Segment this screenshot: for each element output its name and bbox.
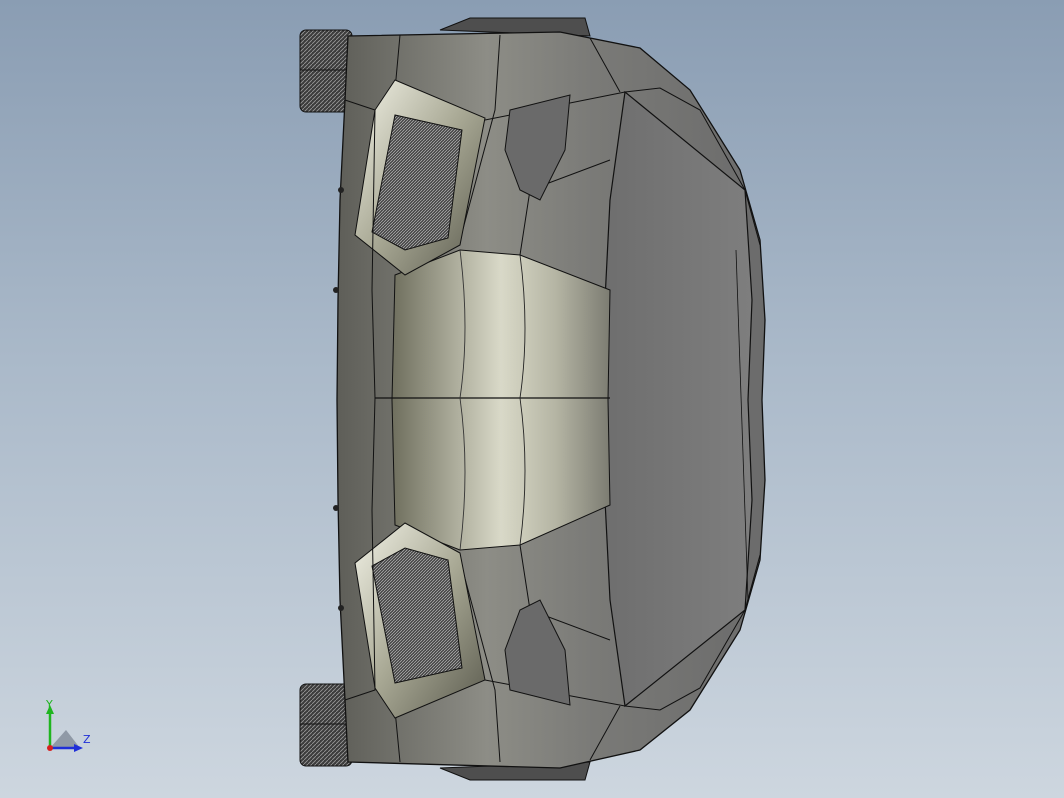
nose-panel[interactable] — [391, 249, 611, 551]
roof-panel[interactable] — [603, 90, 753, 708]
y-axis-label: Y — [46, 698, 53, 711]
z-axis-label: Z — [83, 733, 91, 746]
coordinate-triad: Y Z — [40, 698, 100, 760]
x-axis-dot — [47, 745, 53, 751]
graphics-viewport[interactable]: Y Z — [0, 0, 1064, 798]
z-axis-arrow — [74, 744, 83, 752]
car-model-3d-view[interactable] — [0, 0, 1064, 798]
front-left-tire[interactable] — [299, 29, 353, 113]
